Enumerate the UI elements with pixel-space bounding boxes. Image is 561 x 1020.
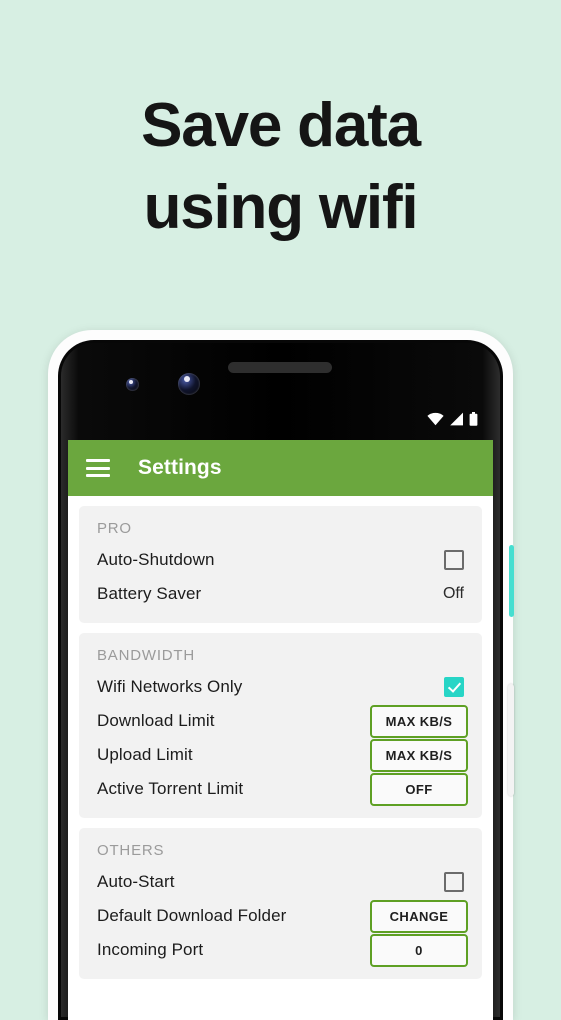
promo-headline: Save data using wifi bbox=[0, 85, 561, 250]
volume-rocker-button[interactable] bbox=[508, 684, 514, 796]
status-bar-icons bbox=[427, 412, 478, 426]
battery-saver-value: Off bbox=[442, 585, 464, 602]
settings-list: PRO Auto-Shutdown Battery Saver Off BAND… bbox=[68, 496, 493, 979]
status-bar bbox=[68, 398, 493, 440]
setting-label: Download Limit bbox=[97, 711, 215, 730]
setting-label: Auto-Shutdown bbox=[97, 550, 215, 569]
setting-label: Incoming Port bbox=[97, 940, 204, 959]
settings-section-bandwidth: BANDWIDTH Wifi Networks Only Download Li… bbox=[79, 633, 482, 818]
settings-section-others: OTHERS Auto-Start Default Download Folde… bbox=[79, 828, 482, 979]
settings-section-pro: PRO Auto-Shutdown Battery Saver Off bbox=[79, 506, 482, 623]
wifi-networks-only-checkbox[interactable] bbox=[444, 677, 464, 697]
front-camera-primary-glint bbox=[184, 376, 190, 382]
auto-shutdown-checkbox[interactable] bbox=[444, 550, 464, 570]
setting-row-default-download-folder[interactable]: Default Download Folder CHANGE bbox=[79, 899, 482, 933]
active-torrent-limit-button[interactable]: OFF bbox=[370, 772, 468, 806]
setting-label: Upload Limit bbox=[97, 745, 193, 764]
setting-label: Battery Saver bbox=[97, 584, 202, 603]
section-header: PRO bbox=[97, 520, 132, 537]
headline-line-1: Save data bbox=[141, 91, 421, 160]
setting-row-upload-limit[interactable]: Upload Limit MAX KB/S bbox=[79, 738, 482, 772]
incoming-port-button[interactable]: 0 bbox=[370, 933, 468, 967]
setting-row-incoming-port[interactable]: Incoming Port 0 bbox=[79, 933, 482, 967]
setting-row-active-torrent-limit[interactable]: Active Torrent Limit OFF bbox=[79, 772, 482, 806]
section-header: BANDWIDTH bbox=[97, 647, 196, 664]
setting-row-auto-shutdown[interactable]: Auto-Shutdown bbox=[79, 543, 482, 577]
app-bar: Settings bbox=[68, 440, 493, 496]
setting-label: Auto-Start bbox=[97, 872, 175, 891]
battery-icon bbox=[469, 412, 478, 426]
default-download-folder-button[interactable]: CHANGE bbox=[370, 899, 468, 933]
page-title: Settings bbox=[138, 456, 222, 479]
setting-row-auto-start[interactable]: Auto-Start bbox=[79, 865, 482, 899]
cellular-signal-icon bbox=[450, 412, 463, 426]
setting-label: Wifi Networks Only bbox=[97, 677, 243, 696]
headline-line-2: using wifi bbox=[143, 173, 419, 243]
front-camera-secondary-glint bbox=[129, 380, 133, 384]
setting-row-battery-saver[interactable]: Battery Saver Off bbox=[79, 577, 482, 611]
setting-row-download-limit[interactable]: Download Limit MAX KB/S bbox=[79, 704, 482, 738]
auto-start-checkbox[interactable] bbox=[444, 872, 464, 892]
download-limit-button[interactable]: MAX KB/S bbox=[370, 704, 468, 738]
earpiece-speaker-grille bbox=[228, 362, 332, 373]
setting-label: Default Download Folder bbox=[97, 906, 287, 925]
app-screen: Settings PRO Auto-Shutdown Battery Saver… bbox=[68, 440, 493, 1020]
upload-limit-button[interactable]: MAX KB/S bbox=[370, 738, 468, 772]
hamburger-menu-icon[interactable] bbox=[86, 459, 110, 477]
section-header: OTHERS bbox=[97, 842, 165, 859]
power-button[interactable] bbox=[509, 545, 514, 617]
setting-row-wifi-networks-only[interactable]: Wifi Networks Only bbox=[79, 670, 482, 704]
wifi-icon bbox=[427, 412, 444, 426]
setting-label: Active Torrent Limit bbox=[97, 779, 244, 798]
